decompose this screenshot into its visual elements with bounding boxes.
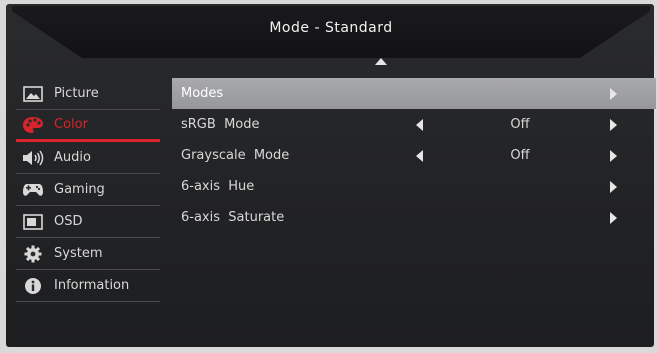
menu-row-value: Off — [510, 148, 530, 163]
menu-list: Modes sRGB Mode Off Grayscale Mode Off 6… — [172, 78, 656, 233]
arrow-left-icon[interactable] — [416, 150, 423, 162]
arrow-right-icon[interactable] — [610, 181, 617, 193]
sidebar-item-system[interactable]: System — [16, 238, 160, 270]
sidebar: Picture Color Audio Gaming OSD System In… — [16, 78, 160, 302]
arrow-right-icon[interactable] — [610, 150, 617, 162]
sidebar-item-label: Picture — [54, 86, 99, 101]
sidebar-item-picture[interactable]: Picture — [16, 78, 160, 110]
sidebar-item-label: Information — [54, 278, 130, 293]
arrow-right-icon[interactable] — [610, 212, 617, 224]
menu-row-srgb-mode[interactable]: sRGB Mode Off — [172, 109, 656, 140]
picture-icon — [22, 85, 44, 103]
menu-row-6-axis-hue[interactable]: 6-axis Hue — [172, 171, 656, 202]
gear-icon — [22, 245, 44, 263]
sidebar-item-gaming[interactable]: Gaming — [16, 174, 160, 206]
osd-icon — [22, 213, 44, 231]
sidebar-item-label: OSD — [54, 214, 83, 229]
page-title: Mode - Standard — [269, 20, 393, 36]
menu-row-value: Off — [510, 117, 530, 132]
osd-header: Mode - Standard — [12, 6, 650, 58]
sidebar-item-information[interactable]: Information — [16, 270, 160, 302]
menu-row-label: 6-axis Saturate — [181, 210, 285, 225]
sidebar-item-label: Gaming — [54, 182, 105, 197]
menu-row-label: Grayscale Mode — [181, 148, 290, 163]
arrow-left-icon[interactable] — [416, 119, 423, 131]
menu-row-label: Modes — [181, 86, 224, 101]
sidebar-item-label: Audio — [54, 150, 91, 165]
scroll-up-icon[interactable] — [375, 58, 387, 65]
sidebar-item-label: System — [54, 246, 103, 261]
menu-row-label: 6-axis Hue — [181, 179, 255, 194]
gamepad-icon — [22, 181, 44, 199]
arrow-right-icon[interactable] — [610, 119, 617, 131]
sidebar-item-audio[interactable]: Audio — [16, 142, 160, 174]
info-icon — [22, 277, 44, 295]
menu-row-modes[interactable]: Modes — [172, 78, 656, 109]
sidebar-item-color[interactable]: Color — [16, 110, 160, 142]
arrow-right-icon[interactable] — [610, 88, 617, 100]
menu-row-grayscale-mode[interactable]: Grayscale Mode Off — [172, 140, 656, 171]
menu-row-6-axis-saturate[interactable]: 6-axis Saturate — [172, 202, 656, 233]
speaker-icon — [22, 149, 44, 167]
sidebar-item-osd[interactable]: OSD — [16, 206, 160, 238]
palette-icon — [22, 116, 44, 134]
sidebar-item-label: Color — [54, 117, 88, 132]
menu-row-label: sRGB Mode — [181, 117, 260, 132]
